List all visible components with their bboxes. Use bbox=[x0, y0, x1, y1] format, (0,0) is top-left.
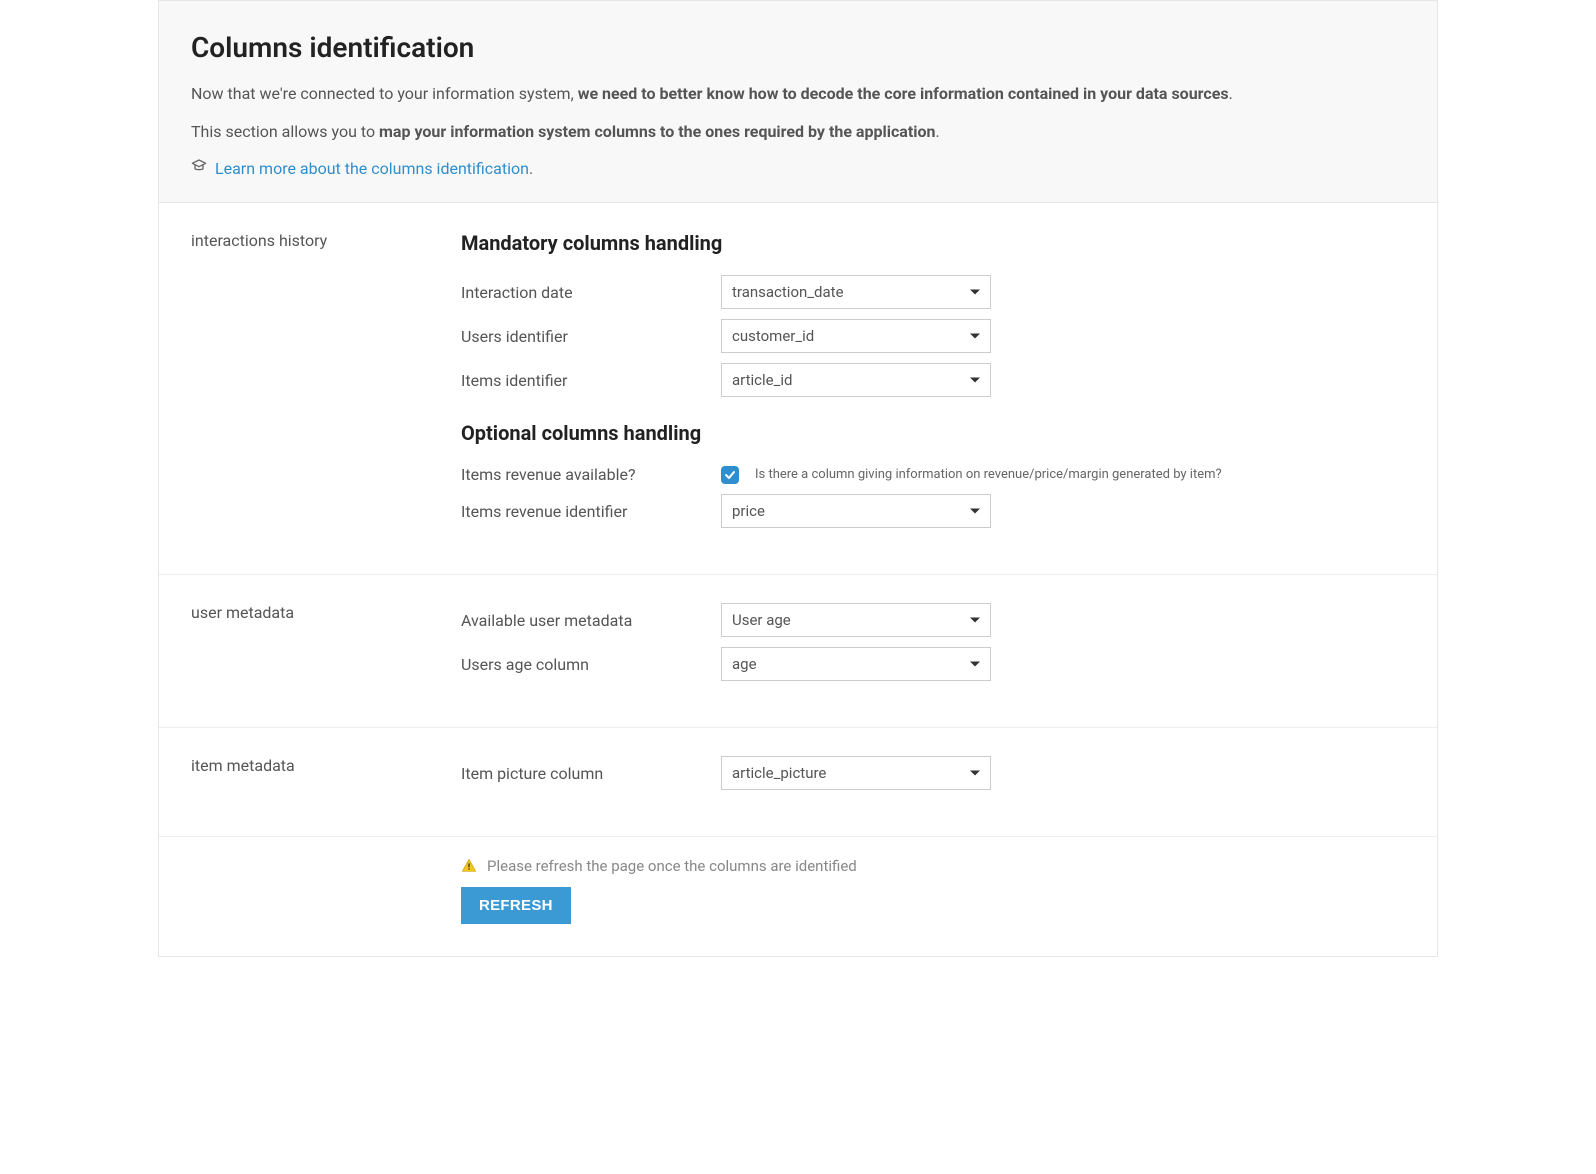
education-icon bbox=[191, 158, 207, 178]
chevron-down-icon bbox=[970, 771, 980, 776]
refresh-button[interactable]: Refresh bbox=[461, 887, 571, 924]
checkbox-revenue-available[interactable] bbox=[721, 466, 739, 484]
select-item-picture-column-value: article_picture bbox=[732, 764, 826, 782]
columns-identification-page: Columns identification Now that we're co… bbox=[158, 0, 1438, 957]
section-item-metadata: item metadata Item picture column articl… bbox=[159, 728, 1437, 837]
footer-section: Please refresh the page once the columns… bbox=[159, 837, 1437, 956]
intro-paragraph-2: This section allows you to map your info… bbox=[191, 120, 1405, 144]
row-users-identifier: Users identifier customer_id bbox=[461, 319, 1405, 353]
learn-more-link[interactable]: Learn more about the columns identificat… bbox=[215, 159, 529, 178]
refresh-warning-text: Please refresh the page once the columns… bbox=[487, 857, 857, 875]
row-revenue-identifier: Items revenue identifier price bbox=[461, 494, 1405, 528]
section-label-item-metadata: item metadata bbox=[191, 756, 461, 800]
select-users-identifier[interactable]: customer_id bbox=[721, 319, 991, 353]
chevron-down-icon bbox=[970, 662, 980, 667]
intro-2-end: . bbox=[936, 122, 940, 141]
warning-icon bbox=[461, 858, 477, 874]
intro-paragraph-1: Now that we're connected to your informa… bbox=[191, 82, 1405, 106]
label-users-age-column: Users age column bbox=[461, 655, 721, 674]
section-user-metadata: user metadata Available user metadata Us… bbox=[159, 575, 1437, 728]
row-users-age-column: Users age column age bbox=[461, 647, 1405, 681]
select-users-age-column-value: age bbox=[732, 655, 757, 673]
select-items-identifier[interactable]: article_id bbox=[721, 363, 991, 397]
chevron-down-icon bbox=[970, 509, 980, 514]
refresh-warning: Please refresh the page once the columns… bbox=[461, 857, 1405, 875]
learn-more-row: Learn more about the columns identificat… bbox=[191, 158, 1405, 178]
label-interaction-date: Interaction date bbox=[461, 283, 721, 302]
row-item-picture-column: Item picture column article_picture bbox=[461, 756, 1405, 790]
select-available-user-metadata[interactable]: User age bbox=[721, 603, 991, 637]
row-items-identifier: Items identifier article_id bbox=[461, 363, 1405, 397]
intro-2-bold: map your information system columns to t… bbox=[379, 122, 935, 141]
page-header: Columns identification Now that we're co… bbox=[159, 1, 1437, 203]
chevron-down-icon bbox=[970, 334, 980, 339]
chevron-down-icon bbox=[970, 378, 980, 383]
select-users-age-column[interactable]: age bbox=[721, 647, 991, 681]
label-users-identifier: Users identifier bbox=[461, 327, 721, 346]
section-label-user-metadata: user metadata bbox=[191, 603, 461, 691]
check-icon bbox=[724, 469, 736, 481]
row-interaction-date: Interaction date transaction_date bbox=[461, 275, 1405, 309]
row-available-user-metadata: Available user metadata User age bbox=[461, 603, 1405, 637]
intro-1-end: . bbox=[1229, 84, 1233, 103]
select-available-user-metadata-value: User age bbox=[732, 611, 791, 629]
label-revenue-available: Items revenue available? bbox=[461, 465, 721, 484]
select-interaction-date[interactable]: transaction_date bbox=[721, 275, 991, 309]
select-items-identifier-value: article_id bbox=[732, 371, 793, 389]
help-revenue-available: Is there a column giving information on … bbox=[755, 467, 1222, 482]
label-items-identifier: Items identifier bbox=[461, 371, 721, 390]
label-item-picture-column: Item picture column bbox=[461, 764, 721, 783]
select-revenue-identifier[interactable]: price bbox=[721, 494, 991, 528]
intro-1-text: Now that we're connected to your informa… bbox=[191, 84, 578, 103]
mandatory-columns-heading: Mandatory columns handling bbox=[461, 231, 1405, 255]
chevron-down-icon bbox=[970, 290, 980, 295]
select-interaction-date-value: transaction_date bbox=[732, 283, 844, 301]
select-users-identifier-value: customer_id bbox=[732, 327, 814, 345]
row-revenue-available: Items revenue available? Is there a colu… bbox=[461, 465, 1405, 484]
intro-2-text: This section allows you to bbox=[191, 122, 379, 141]
section-label-interactions: interactions history bbox=[191, 231, 461, 538]
optional-columns-heading: Optional columns handling bbox=[461, 421, 1405, 445]
label-available-user-metadata: Available user metadata bbox=[461, 611, 721, 630]
label-revenue-identifier: Items revenue identifier bbox=[461, 502, 721, 521]
section-interactions-history: interactions history Mandatory columns h… bbox=[159, 203, 1437, 575]
select-item-picture-column[interactable]: article_picture bbox=[721, 756, 991, 790]
chevron-down-icon bbox=[970, 618, 980, 623]
page-title: Columns identification bbox=[191, 31, 1405, 64]
intro-1-bold: we need to better know how to decode the… bbox=[578, 84, 1229, 103]
select-revenue-identifier-value: price bbox=[732, 502, 765, 520]
learn-more-end: . bbox=[529, 159, 533, 178]
